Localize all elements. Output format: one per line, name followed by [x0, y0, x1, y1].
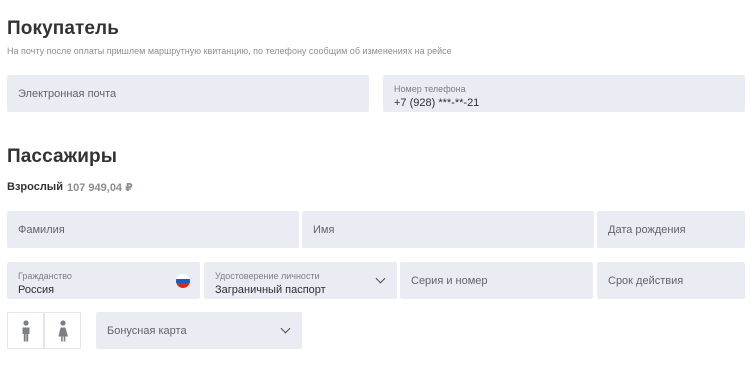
chevron-down-icon [280, 323, 291, 333]
gender-female-button[interactable] [44, 312, 81, 349]
last-name-placeholder: Фамилия [18, 223, 65, 236]
citizenship-label: Гражданство [18, 271, 72, 281]
chevron-down-icon [375, 273, 386, 283]
birth-date-placeholder: Дата рождения [608, 223, 686, 236]
buyer-title: Покупатель [7, 18, 120, 39]
phone-label: Номер телефона [394, 84, 466, 94]
email-placeholder: Электронная почта [18, 87, 117, 100]
last-name-field[interactable]: Фамилия [7, 211, 299, 248]
male-icon [22, 319, 29, 341]
birth-date-field[interactable]: Дата рождения [597, 211, 745, 248]
phone-value: +7 (928) ***-**-21 [394, 97, 480, 109]
series-number-field[interactable]: Серия и номер [400, 262, 593, 299]
citizenship-select[interactable]: Гражданство Россия [7, 262, 200, 299]
expiry-field[interactable]: Срок действия [597, 262, 745, 299]
female-icon [57, 319, 68, 341]
series-number-placeholder: Серия и номер [411, 274, 488, 287]
first-name-field[interactable]: Имя [302, 211, 594, 248]
russia-flag-icon [176, 274, 190, 288]
citizenship-value: Россия [18, 284, 55, 296]
document-value: Заграничный паспорт [215, 284, 326, 296]
document-type-select[interactable]: Удостоверение личности Заграничный паспо… [204, 262, 397, 299]
email-field[interactable]: Электронная почта [7, 75, 369, 112]
bonus-card-placeholder: Бонусная карта [107, 324, 187, 337]
bonus-card-select[interactable]: Бонусная карта [96, 312, 302, 349]
first-name-placeholder: Имя [313, 223, 335, 236]
buyer-subtitle: На почту после оплаты пришлем маршрутную… [7, 46, 452, 56]
document-label: Удостоверение личности [215, 271, 320, 281]
expiry-placeholder: Срок действия [608, 274, 684, 287]
phone-field[interactable]: Номер телефона +7 (928) ***-**-21 [383, 75, 745, 112]
passengers-title: Пассажиры [7, 146, 118, 167]
passenger-type-label: Взрослый [7, 181, 63, 193]
passenger-price: 107 949,04 ₽ [67, 182, 133, 194]
gender-male-button[interactable] [7, 312, 44, 349]
